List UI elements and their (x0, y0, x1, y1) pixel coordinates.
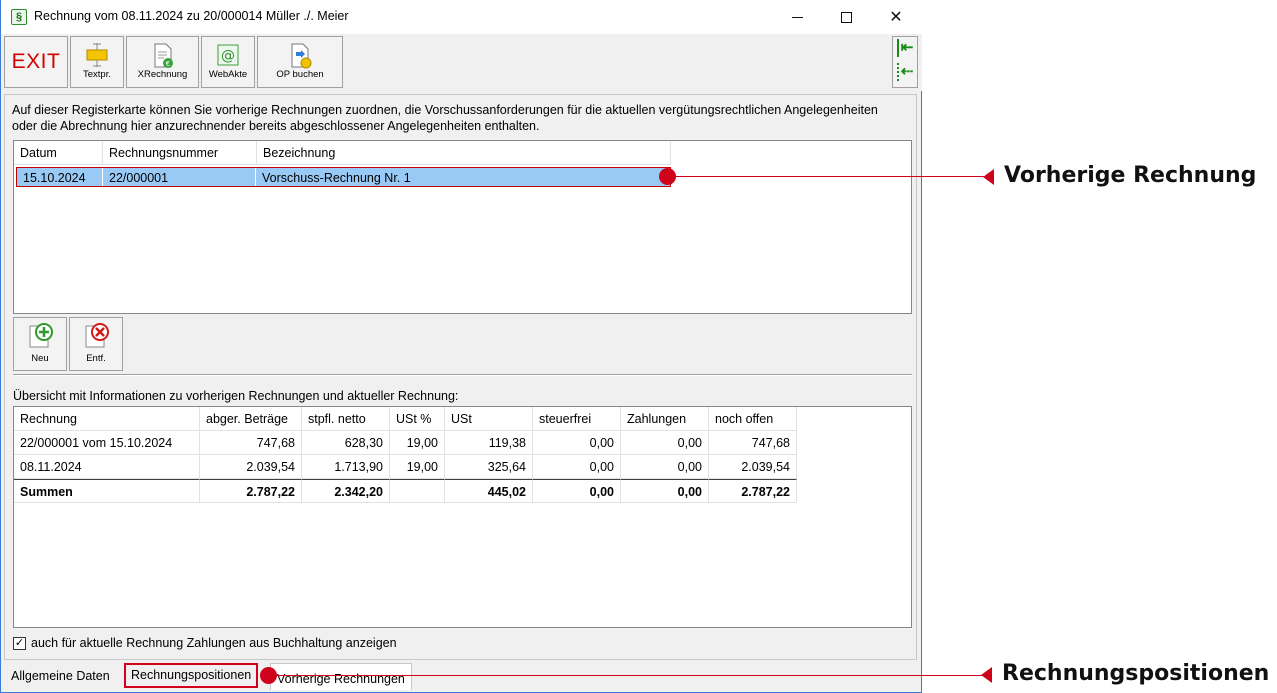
navigation-arrows: ⇤ ⇠ (892, 36, 918, 88)
cell-datum: 15.10.2024 (17, 168, 103, 186)
callout-label-positionen: Rechnungspositionen (1002, 661, 1270, 686)
cell-bezeichnung: Vorschuss-Rechnung Nr. 1 (262, 171, 411, 185)
tab-vorherige-rechnungen[interactable]: Vorherige Rechnungen (270, 663, 412, 690)
previous-record-arrow-icon[interactable]: ⇠ (897, 63, 915, 81)
tab-strip: Allgemeine Daten Rechnungspositionen Vor… (1, 662, 922, 693)
first-record-arrow-icon[interactable]: ⇤ (897, 39, 915, 57)
maximize-button[interactable] (823, 0, 869, 34)
callout-line-positionen (276, 675, 985, 676)
textprogramm-label: Textpr. (83, 69, 111, 80)
overview-label: Übersicht mit Informationen zu vorherige… (13, 389, 459, 403)
minimize-button[interactable] (774, 0, 820, 34)
checkbox-check-icon[interactable]: ✓ (13, 636, 26, 650)
column-header-steuerfrei[interactable]: steuerfrei (533, 407, 621, 431)
cell-ust-prozent: 19,00 (390, 431, 445, 455)
cell-rechnungsnummer: 22/000001 (103, 168, 256, 186)
intro-text: Auf dieser Registerkarte können Sie vorh… (12, 103, 878, 133)
column-header-zahlungen[interactable]: Zahlungen (621, 407, 709, 431)
cell-steuerfrei: 0,00 (533, 455, 621, 479)
callout-arrow-icon (981, 667, 992, 683)
close-button[interactable]: ✕ (873, 0, 919, 34)
cell-rechnung: 22/000001 vom 15.10.2024 (14, 431, 200, 455)
cell-ust-prozent (390, 479, 445, 503)
app-icon: § (11, 9, 27, 25)
show-payments-checkbox[interactable]: ✓ auch für aktuelle Rechnung Zahlungen a… (13, 636, 397, 650)
minimize-icon (791, 16, 803, 18)
cell-zahlungen: 0,00 (621, 455, 709, 479)
cell-abger-betraege: 747,68 (200, 431, 302, 455)
column-header-abger-betraege[interactable]: abger. Beträge (200, 407, 302, 431)
tab-rechnungspositionen[interactable]: Rechnungspositionen (124, 663, 259, 688)
textprogramm-button[interactable]: Textpr. (70, 36, 124, 88)
delete-button[interactable]: Entf. (69, 317, 123, 371)
new-label: Neu (31, 353, 49, 364)
xrechnung-button[interactable]: € XRechnung (126, 36, 199, 88)
table-row[interactable]: 08.11.2024 2.039,54 1.713,90 19,00 325,6… (14, 455, 797, 479)
cell-abger-betraege: 2.039,54 (200, 455, 302, 479)
cell-steuerfrei: 0,00 (533, 479, 621, 503)
callout-marker-vorherige (659, 168, 676, 185)
callout-marker-positionen (260, 667, 277, 684)
delete-label: Entf. (86, 353, 106, 364)
cell-zahlungen: 0,00 (621, 479, 709, 503)
xrechnung-document-icon: € (151, 43, 175, 72)
title-bar: § Rechnung vom 08.11.2024 zu 20/000014 M… (1, 0, 922, 34)
close-icon: ✕ (889, 9, 903, 26)
cell-noch-offen: 747,68 (709, 431, 797, 455)
column-header-datum[interactable]: Datum (14, 141, 103, 165)
overview-header: Rechnung abger. Beträge stpfl. netto USt… (14, 407, 797, 431)
column-header-bezeichnung[interactable]: Bezeichnung (257, 141, 671, 165)
cell-stpfl-netto: 628,30 (302, 431, 390, 455)
previous-invoices-grid[interactable]: Datum Rechnungsnummer Bezeichnung 15.10.… (13, 140, 912, 314)
maximize-icon (840, 11, 852, 23)
op-buchen-button[interactable]: OP buchen (257, 36, 343, 88)
table-row[interactable]: 22/000001 vom 15.10.2024 747,68 628,30 1… (14, 431, 797, 455)
previous-invoices-header: Datum Rechnungsnummer Bezeichnung (14, 141, 671, 165)
show-payments-label: auch für aktuelle Rechnung Zahlungen aus… (31, 636, 397, 650)
invoice-window: § Rechnung vom 08.11.2024 zu 20/000014 M… (0, 0, 922, 693)
callout-arrow-icon (983, 169, 994, 185)
cell-ust: 325,64 (445, 455, 533, 479)
cell-noch-offen: 2.787,22 (709, 479, 797, 503)
cell-summen-label: Summen (14, 479, 200, 503)
cell-zahlungen: 0,00 (621, 431, 709, 455)
separator (13, 374, 912, 376)
webakte-label: WebAkte (208, 69, 248, 80)
cell-rechnung: 08.11.2024 (14, 455, 200, 479)
webakte-at-icon: @ (216, 43, 240, 70)
add-plus-icon (27, 322, 53, 351)
text-block-icon (85, 43, 109, 70)
op-buchen-icon (287, 43, 313, 72)
svg-text:€: € (165, 60, 169, 68)
column-header-rechnungsnummer[interactable]: Rechnungsnummer (103, 141, 257, 165)
toolbar: EXIT Textpr. € XRechnung @ WebAkte OP bu… (1, 34, 922, 91)
sum-row[interactable]: Summen 2.787,22 2.342,20 445,02 0,00 0,0… (14, 479, 797, 503)
column-header-noch-offen[interactable]: noch offen (709, 407, 797, 431)
column-header-ust[interactable]: USt (445, 407, 533, 431)
cell-steuerfrei: 0,00 (533, 431, 621, 455)
webakte-button[interactable]: @ WebAkte (201, 36, 255, 88)
exit-button[interactable]: EXIT (4, 36, 68, 88)
callout-label-vorherige: Vorherige Rechnung (1004, 163, 1257, 188)
svg-text:@: @ (221, 48, 235, 64)
window-title: Rechnung vom 08.11.2024 zu 20/000014 Mül… (34, 9, 349, 23)
delete-x-icon (83, 322, 109, 351)
overview-grid[interactable]: Rechnung abger. Beträge stpfl. netto USt… (13, 406, 912, 628)
cell-abger-betraege: 2.787,22 (200, 479, 302, 503)
new-button[interactable]: Neu (13, 317, 67, 371)
tab-content-panel: Auf dieser Registerkarte können Sie vorh… (4, 94, 917, 660)
exit-label: EXIT (11, 50, 61, 73)
column-header-stpfl-netto[interactable]: stpfl. netto (302, 407, 390, 431)
cell-noch-offen: 2.039,54 (709, 455, 797, 479)
column-header-rechnung[interactable]: Rechnung (14, 407, 200, 431)
cell-ust: 445,02 (445, 479, 533, 503)
callout-line-vorherige (675, 176, 987, 177)
column-header-ust-prozent[interactable]: USt % (390, 407, 445, 431)
cell-stpfl-netto: 2.342,20 (302, 479, 390, 503)
cell-ust-prozent: 19,00 (390, 455, 445, 479)
tab-allgemeine-daten[interactable]: Allgemeine Daten (5, 664, 116, 688)
table-row[interactable]: 15.10.2024 22/000001 Vorschuss-Rechnung … (16, 167, 671, 187)
cell-ust: 119,38 (445, 431, 533, 455)
cell-stpfl-netto: 1.713,90 (302, 455, 390, 479)
